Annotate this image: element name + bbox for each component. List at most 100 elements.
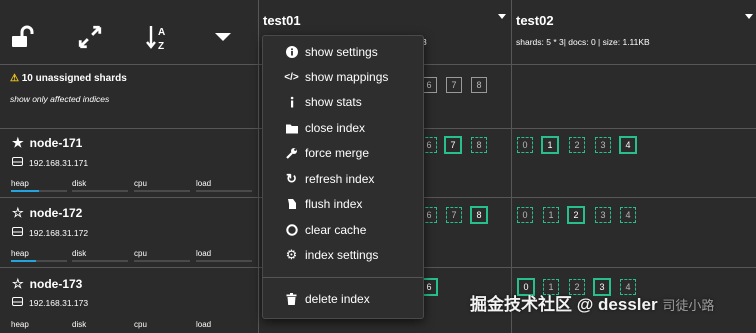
node-label: node-172 — [29, 206, 83, 220]
menu-show-mappings[interactable]: </> show mappings — [284, 70, 389, 84]
menu-item-label: clear cache — [305, 223, 367, 237]
index-menu-caret-test02[interactable] — [745, 14, 753, 19]
shard-replica[interactable]: 2 — [569, 137, 585, 153]
trash-icon — [285, 293, 298, 306]
heap-bar-fill — [11, 260, 37, 262]
shard-replica[interactable]: 7 — [446, 207, 462, 223]
server-icon — [12, 157, 23, 168]
node-name-173[interactable]: ☆ node-173 — [12, 276, 82, 292]
sort-az-icon[interactable]: AZ — [145, 22, 173, 52]
index-title-test02[interactable]: test02 — [516, 13, 554, 28]
menu-show-settings[interactable]: show settings — [285, 45, 378, 59]
circle-icon — [285, 224, 298, 237]
shard-replica[interactable]: 0 — [517, 137, 533, 153]
info-icon — [285, 46, 298, 59]
menu-item-label: close index — [305, 121, 366, 135]
shard-primary[interactable]: 4 — [619, 136, 637, 154]
node-ip-173: 192.168.31.173 — [12, 297, 88, 308]
index-meta-test02: shards: 5 * 3| docs: 0 | size: 1.11KB — [516, 37, 650, 47]
heap-bar — [11, 190, 67, 192]
watermark-text: 掘金技术社区 @ dessler — [470, 295, 658, 314]
metric-cpu: cpu — [134, 179, 147, 188]
menu-index-settings[interactable]: ⚙ index settings — [285, 247, 379, 262]
menu-item-label: delete index — [305, 292, 370, 306]
server-icon — [12, 297, 23, 308]
cpu-bar — [134, 260, 190, 262]
metric-cpu: cpu — [134, 320, 147, 329]
menu-clear-cache[interactable]: clear cache — [285, 223, 366, 237]
unassigned-warning: ⚠ 10 unassigned shards — [10, 73, 127, 84]
metric-heap: heap — [11, 249, 29, 258]
shard-replica[interactable]: 1 — [543, 207, 559, 223]
node-ip-text: 192.168.31.171 — [29, 157, 89, 168]
star-outline-icon: ☆ — [12, 205, 24, 220]
node-ip-text: 192.168.31.172 — [29, 227, 89, 238]
shard-primary[interactable]: 1 — [541, 136, 559, 154]
node-label: node-171 — [29, 136, 83, 150]
metric-heap: heap — [11, 179, 29, 188]
star-outline-icon: ☆ — [12, 276, 24, 291]
metric-load: load — [196, 249, 212, 258]
index-context-menu: show settings </> show mappings show sta… — [262, 35, 424, 319]
svg-text:A: A — [158, 27, 165, 38]
shard-primary[interactable]: 8 — [470, 206, 488, 224]
menu-item-label: force merge — [305, 146, 370, 160]
metric-load: load — [196, 320, 212, 329]
shard-primary[interactable]: 2 — [567, 206, 585, 224]
node-ip-171: 192.168.31.171 — [12, 157, 88, 168]
warning-icon: ⚠ — [10, 73, 19, 84]
cpu-bar — [134, 190, 190, 192]
shard-replica[interactable]: 0 — [517, 207, 533, 223]
menu-show-stats[interactable]: show stats — [285, 95, 362, 109]
metric-disk: disk — [72, 249, 87, 258]
wrench-icon — [285, 147, 298, 160]
svg-text:Z: Z — [158, 41, 164, 51]
node-name-172[interactable]: ☆ node-172 — [12, 205, 82, 221]
caret-down-icon[interactable] — [209, 22, 237, 52]
shard-replica[interactable]: 3 — [595, 207, 611, 223]
menu-item-label: show mappings — [305, 70, 389, 84]
show-affected-filter[interactable]: show only affected indices — [10, 94, 109, 104]
node-label: node-173 — [29, 277, 83, 291]
menu-item-label: show settings — [305, 45, 378, 59]
lock-open-icon[interactable] — [8, 22, 36, 52]
flush-icon — [285, 198, 298, 211]
column-divider — [258, 0, 259, 333]
watermark: 掘金技术社区 @ dessler 司徒小路 — [470, 290, 714, 315]
load-bar — [196, 190, 252, 192]
metric-disk: disk — [72, 320, 87, 329]
menu-separator — [263, 277, 423, 278]
code-icon: </> — [284, 71, 299, 83]
shard-replica[interactable]: 3 — [595, 137, 611, 153]
gear-icon: ⚙ — [285, 247, 298, 262]
menu-flush-index[interactable]: flush index — [285, 197, 362, 211]
unassigned-warning-text: 10 unassigned shards — [21, 73, 127, 84]
menu-force-merge[interactable]: force merge — [285, 146, 369, 160]
menu-refresh-index[interactable]: ↻ refresh index — [285, 171, 375, 186]
arrows-expand-icon[interactable] — [76, 22, 104, 52]
index-title-test01[interactable]: test01 — [263, 13, 301, 28]
metric-load: load — [196, 179, 212, 188]
watermark-soft-text: 司徒小路 — [662, 298, 715, 313]
metric-heap: heap — [11, 320, 29, 329]
server-icon — [12, 227, 23, 238]
info-small-icon — [285, 96, 298, 109]
menu-delete-index[interactable]: delete index — [285, 292, 370, 306]
shard-unassigned[interactable]: 7 — [446, 77, 462, 93]
shard-primary[interactable]: 7 — [444, 136, 462, 154]
shard-replica[interactable]: 8 — [471, 137, 487, 153]
shard-replica[interactable]: 4 — [620, 207, 636, 223]
heap-bar — [11, 260, 67, 262]
star-filled-icon: ★ — [12, 135, 24, 150]
menu-item-label: refresh index — [305, 172, 375, 186]
menu-item-label: index settings — [305, 248, 379, 262]
node-name-171[interactable]: ★ node-171 — [12, 135, 82, 151]
menu-item-label: flush index — [305, 197, 363, 211]
index-menu-caret-test01[interactable] — [498, 14, 506, 19]
load-bar — [196, 260, 252, 262]
shard-unassigned[interactable]: 8 — [471, 77, 487, 93]
disk-bar — [72, 190, 128, 192]
menu-close-index[interactable]: close index — [285, 121, 365, 135]
metric-disk: disk — [72, 179, 87, 188]
folder-icon — [285, 122, 298, 135]
